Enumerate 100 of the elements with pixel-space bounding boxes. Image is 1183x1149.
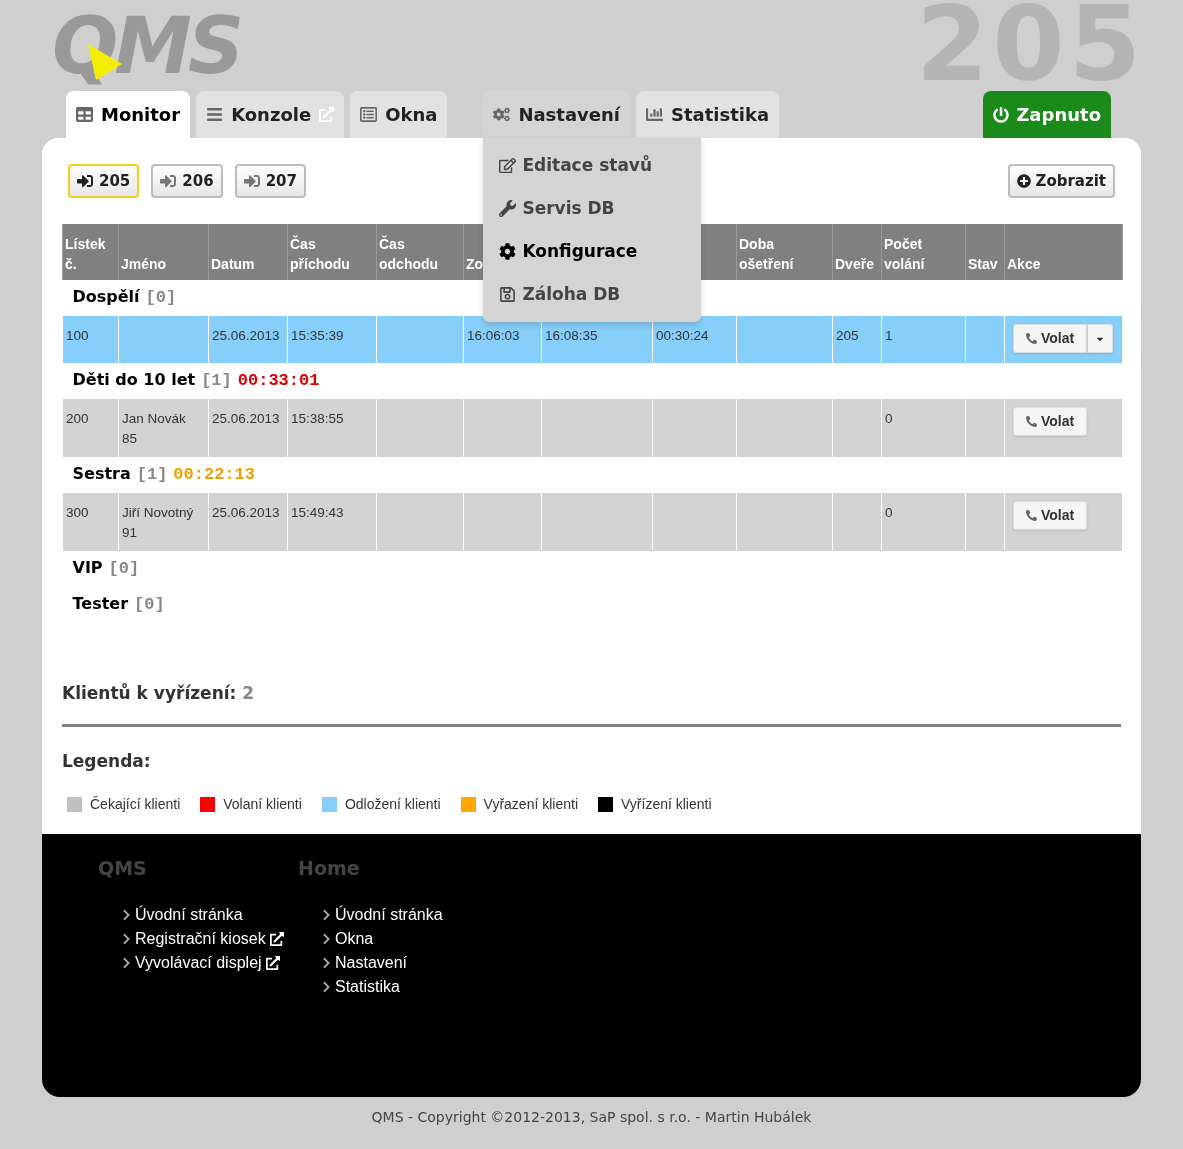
table-cell: 200	[66, 411, 89, 426]
menu-icon	[206, 106, 224, 123]
group-name: VIP	[72, 557, 103, 580]
table-cell: 0	[885, 411, 893, 426]
table-cell: 25.06.2013	[212, 411, 280, 426]
call-button[interactable]: Volat	[1013, 324, 1088, 353]
table-cell: 25.06.2013	[212, 328, 280, 343]
settings-icon	[499, 243, 517, 260]
table-cell: 25.06.2013	[212, 505, 280, 520]
nav-tab[interactable]: Monitor	[66, 91, 191, 138]
external-link-icon	[269, 931, 284, 946]
door-button[interactable]: 206	[151, 164, 223, 198]
footer-heading: QMS	[98, 856, 148, 881]
chevron-icon	[322, 908, 331, 921]
wait-time: 00:22:13	[173, 464, 255, 487]
plus-icon	[1016, 174, 1031, 188]
table-cell: 0	[885, 505, 893, 520]
column-header: Počet volání	[884, 236, 925, 272]
legend-label: Vyřazení klienti	[483, 795, 578, 814]
column-header: Dveře	[835, 256, 874, 272]
chevron-icon	[322, 932, 331, 945]
nav-tab[interactable]: Okna	[350, 91, 448, 138]
nav-tab[interactable]: Statistika	[636, 91, 780, 138]
table-cell: 16:06:03	[467, 328, 520, 343]
table-cell: Jan Novák 85	[122, 411, 186, 446]
column-header: Zo	[466, 256, 484, 272]
nav-tab[interactable]: Nastavení	[483, 91, 630, 138]
table-cell: 00:30:24	[656, 328, 709, 343]
footer-link[interactable]: Registrační kiosek	[135, 926, 284, 951]
chevron-icon	[322, 980, 331, 993]
door-button[interactable]: 207	[234, 164, 306, 198]
column-header: Čas příchodu	[290, 236, 350, 272]
group-name: Sestra	[72, 463, 131, 486]
pending-count: 2	[242, 682, 255, 705]
column-header: Lístek č.	[65, 236, 106, 272]
sign-in-icon	[243, 173, 260, 189]
external-link-icon	[265, 955, 280, 970]
group-name: Děti do 10 let	[72, 369, 196, 392]
legend-label: Vyřízení klienti	[621, 795, 712, 814]
phone-icon	[1026, 416, 1037, 427]
bar-chart-icon	[646, 106, 663, 123]
table-icon	[76, 106, 93, 123]
power-button[interactable]: Zapnuto	[983, 91, 1111, 138]
group-count: [0]	[134, 594, 165, 617]
footer-link[interactable]: Okna	[335, 926, 374, 951]
phone-icon	[1026, 333, 1037, 344]
list-icon	[360, 106, 378, 123]
edit-icon	[499, 157, 517, 174]
table-cell: 15:38:55	[291, 411, 344, 426]
group-name: Dospělí	[72, 286, 140, 309]
chevron-icon	[322, 956, 331, 969]
save-icon	[499, 286, 517, 303]
group-count: [1]	[201, 370, 232, 393]
copyright-text: QMS - Copyright ©2012-2013, SaP spol. s r.o. - Martin Hubálek	[371, 1108, 812, 1127]
menu-item[interactable]: Záloha DB	[483, 273, 702, 316]
legend-label: Volaní klienti	[223, 795, 302, 814]
group-count: [0]	[145, 287, 177, 310]
menu-item[interactable]: Konfigurace	[483, 230, 702, 273]
column-header: Čas odchodu	[379, 236, 439, 272]
menu-item[interactable]: Servis DB	[483, 187, 702, 230]
footer-link[interactable]: Vyvolávací displej	[135, 950, 280, 975]
group-name: Tester	[72, 593, 129, 616]
column-header: Akce	[1007, 256, 1041, 272]
table-cell: 16:08:35	[545, 328, 598, 343]
chevron-icon	[122, 932, 131, 945]
column-header: Datum	[211, 256, 255, 272]
dropdown-toggle[interactable]	[1087, 324, 1114, 353]
footer-link[interactable]: Úvodní stránka	[335, 902, 443, 927]
table-cell: Jiří Novotný 91	[122, 505, 194, 540]
footer-link[interactable]: Statistika	[335, 974, 400, 999]
sign-in-icon	[160, 173, 177, 189]
chevron-icon	[122, 956, 131, 969]
power-icon	[993, 106, 1010, 123]
menu-item[interactable]: Editace stavů	[483, 144, 702, 187]
group-count: [1]	[136, 464, 168, 487]
legend-title: Legenda:	[62, 749, 152, 773]
legend-label: Čekající klienti	[90, 795, 181, 814]
legend-label: Odložení klienti	[344, 795, 441, 814]
table-cell: 1	[885, 328, 893, 343]
nav-tab[interactable]: Konzole	[196, 91, 345, 138]
call-button[interactable]: Volat	[1013, 501, 1088, 530]
wrench-icon	[499, 200, 517, 217]
column-header: Doba ošetření	[739, 236, 794, 272]
sign-in-icon	[77, 173, 93, 189]
table-cell: 300	[66, 505, 89, 520]
wait-time: 00:33:01	[237, 370, 320, 393]
show-button[interactable]: Zobrazit	[1007, 164, 1115, 198]
chevron-icon	[122, 908, 131, 921]
settings-icon	[493, 106, 511, 123]
call-button[interactable]: Volat	[1013, 407, 1088, 436]
table-cell: 205	[836, 328, 859, 343]
footer-link[interactable]: Úvodní stránka	[135, 902, 243, 927]
column-header: Stav	[968, 256, 998, 272]
pending-label: Klientů k vyřízení:	[62, 682, 237, 705]
group-count: [0]	[108, 558, 140, 581]
door-button[interactable]: 205	[68, 164, 140, 198]
footer-link[interactable]: Nastavení	[335, 950, 408, 975]
phone-icon	[1026, 510, 1037, 521]
footer-heading: Home	[298, 856, 361, 881]
table-cell: 15:49:43	[291, 505, 344, 520]
